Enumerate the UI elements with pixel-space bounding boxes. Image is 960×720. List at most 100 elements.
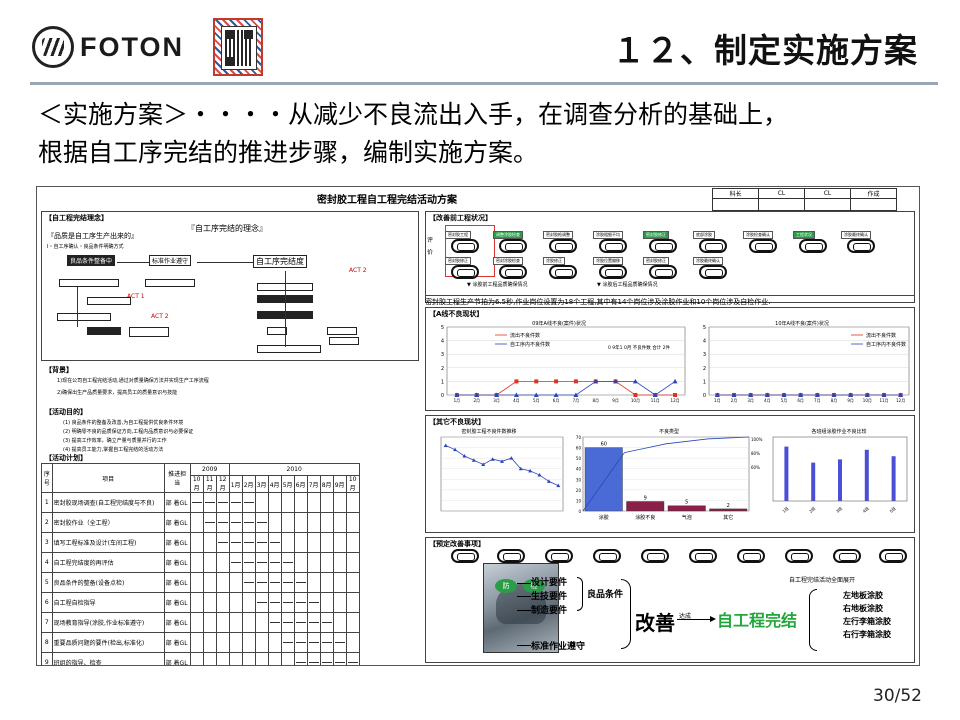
- sealer-gun-icon: [749, 239, 777, 253]
- legend-after: ▼ 涂胶后工程品质确保情况: [597, 282, 658, 288]
- process-label: 密封胶工程: [445, 231, 471, 239]
- x-tick-label: 6月: [797, 398, 804, 403]
- plan-row: 3 填写工程标准及设计(车间工程) 部 着GL: [41, 532, 360, 553]
- sealer-gun-icon: [451, 265, 479, 279]
- page-number: 30/52: [873, 686, 922, 706]
- plan-row: 5 良品条件的整备(设备点检) 部 着GL: [41, 572, 360, 593]
- sealer-gun-icon: [649, 265, 677, 279]
- plot-area: [440, 436, 564, 512]
- plan-row: 6 自工程自检指导部 着GL: [41, 592, 360, 613]
- x-tick-label: 2月: [731, 398, 738, 403]
- sealer-gun-icon: [737, 549, 765, 563]
- activity-plan-table: 序号 项目 推进担当 2009 2010 10月 11月 12月 1月 2月 3月 4月 5月…: [41, 463, 360, 665]
- plan-cell-owner: 部 着GL: [163, 552, 191, 573]
- stamp-label: CL: [758, 188, 805, 199]
- plan-cell-owner: 部 着GL: [163, 492, 191, 513]
- result-label: 自工程完结: [717, 611, 798, 630]
- process-label: 涂胶最终确认: [693, 257, 723, 265]
- bar: [626, 501, 665, 512]
- tick-label: 4: [703, 339, 706, 345]
- month-header: 4月: [267, 475, 282, 493]
- x-tick-label: 3月: [747, 398, 754, 403]
- x-tick-label: 7月: [814, 398, 821, 403]
- sealer-gun-icon: [879, 549, 907, 563]
- intro-line-2: 根据自工序完结的推进步骤，编制实施方案。: [38, 138, 539, 167]
- tick-label: 1: [441, 379, 444, 385]
- process-summary: 密封胶工程生产节拍为6.5秒,作业岗位设置为18个工程,其中有14个岗位涉及涂胶…: [425, 295, 915, 307]
- tick-label: 2: [703, 366, 706, 372]
- tick-label: 20: [576, 488, 582, 493]
- tick-label: 10: [576, 498, 582, 503]
- deploy-list: 左地板涂胶 右地板涂胶 左行李箱涂胶 右行李箱涂胶: [843, 589, 891, 641]
- plan-cell-item: 密封胶现场调查(自工程完结度与不良): [51, 492, 165, 513]
- plan-cell-no: 5: [41, 572, 53, 593]
- goal-item: (1) 良品条件的整备及改善,为自工程提供优良条件环境: [63, 420, 184, 426]
- col-year-2009: 2009: [189, 463, 230, 476]
- col-year-2010: 2010: [228, 463, 360, 476]
- goal-list: (1) 良品条件的整备及改善,为自工程提供优良条件环境 (2) 明确零不良的品质…: [63, 419, 193, 455]
- data-label: 5: [685, 500, 688, 506]
- plan-cell-item: 良品条件的整备(设备点检): [51, 572, 165, 593]
- flow-design: 设计要件: [531, 578, 568, 588]
- data-point: [554, 379, 559, 384]
- legend-before: ▼ 涂胶前工程品质确保情况: [467, 282, 528, 288]
- plan-cell-owner: 部 着GL: [163, 652, 191, 665]
- goal-item: (3) 提高工作效率，确立产量与质量并行的工作: [63, 438, 167, 444]
- month-header: 6月: [293, 475, 308, 493]
- sealer-gun-icon: [549, 265, 577, 279]
- legend-label: 流出不良件数: [866, 332, 896, 339]
- tick-label: 30: [576, 477, 582, 482]
- background-text: 2)确保出生产品质量要求，提高员工的质量意识与技能: [57, 390, 178, 396]
- bubble-fang: 防: [495, 579, 517, 593]
- deploy-item: 左行李箱涂胶: [843, 616, 891, 626]
- flow-tech: 生技要件: [531, 592, 568, 602]
- plan-cell-no: 1: [41, 492, 53, 513]
- x-tick-label: 涂胶: [599, 514, 609, 521]
- goal-item: (2) 明确零不良的品质保证方向,工程内品质意识与必要保证: [63, 429, 194, 435]
- month-header: 10月: [189, 475, 204, 493]
- data-point: [514, 379, 519, 384]
- kaizen-label: 改善: [635, 611, 675, 635]
- other-defect-header: 【其它不良现状】: [429, 418, 485, 426]
- data-label: 2: [727, 503, 730, 509]
- plan-cell-item: 自工程自检指导: [51, 592, 165, 613]
- sealer-gun-icon: [497, 549, 525, 563]
- process-label: 涂胶检查确认: [743, 231, 773, 239]
- x-tick-label: 7月: [573, 398, 580, 403]
- bar: [811, 462, 816, 501]
- title-divider: [30, 82, 938, 85]
- deploy-item: 右行李箱涂胶: [843, 629, 891, 639]
- flow-standard: 标准作业遵守: [531, 642, 586, 652]
- plan-cell-owner: 部 着GL: [163, 512, 191, 533]
- chart-title: 各班组涂胶作业不良比较: [811, 428, 866, 435]
- process-label: 涂胶修正: [543, 257, 565, 265]
- background-header: 【背景】: [45, 366, 73, 374]
- plan-cell-no: 3: [41, 532, 53, 553]
- x-tick-label: 涂胶不良: [635, 514, 655, 521]
- plan-cell-no: 6: [41, 592, 53, 613]
- tick-label: 70: [576, 435, 582, 440]
- x-tick-label: 5月: [781, 398, 788, 403]
- concept-quote: 『自工序完结的理念』: [187, 224, 267, 233]
- month-header: 7月: [306, 475, 321, 493]
- plan-cell-item: 填写工程标准及设计(车间工程): [51, 532, 165, 553]
- col-item: 项目: [51, 463, 165, 493]
- plan-row: 1 密封胶现场调查(自工程完结度与不良) 部 着GL: [41, 492, 360, 513]
- sealer-gun-icon: [599, 239, 627, 253]
- plan-sheet: 密封胶工程自工程完结活动方案 科长 CL CL 作成 【自工程完结理念】 『自工…: [36, 186, 920, 666]
- month-header: 11月: [202, 475, 217, 493]
- qr-code-icon: [213, 18, 263, 76]
- plan-cell-owner: 部 着GL: [163, 592, 191, 613]
- data-point: [672, 378, 678, 384]
- team-bar-chart: 各班组涂胶作业不良比较 1班 2班 3班 4班 5班: [772, 428, 908, 514]
- process-label: 底部涂胶: [693, 231, 715, 239]
- intro-line-1: ＜实施方案＞・・・・从减少不良流出入手，在调查分析的基础上，: [38, 100, 789, 129]
- sealer-gun-icon: [833, 549, 861, 563]
- plot-area: [446, 326, 686, 396]
- sealer-gun-icon: [499, 239, 527, 253]
- chart-title: 密封胶工程不良件数推移: [461, 428, 516, 435]
- box-good-condition: 良品条件整备中: [67, 255, 116, 266]
- bar: [584, 447, 623, 512]
- sealer-gun-icon: [649, 239, 677, 253]
- x-tick-label: 10月: [631, 398, 640, 403]
